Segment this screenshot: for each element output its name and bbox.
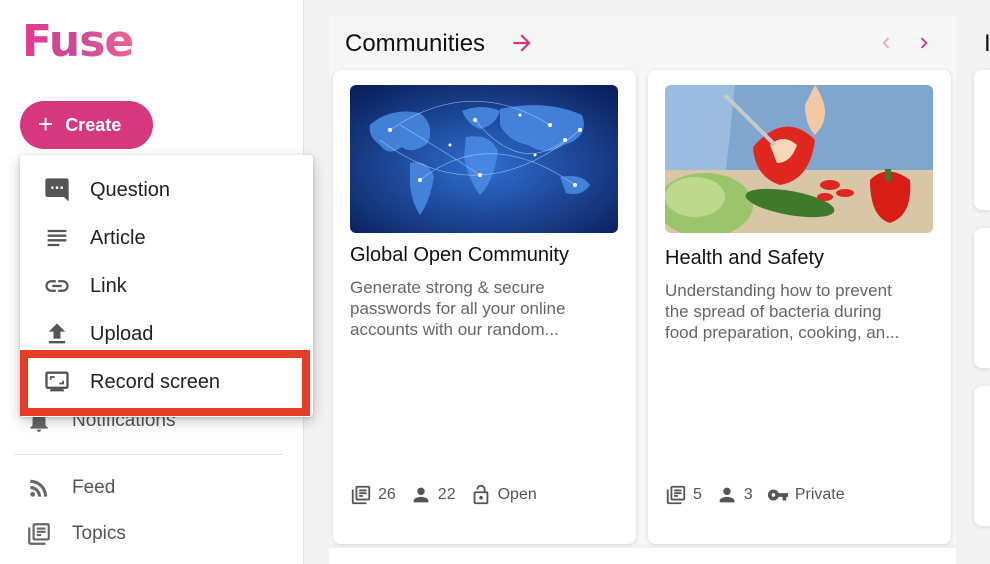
right-card[interactable]: [974, 70, 990, 210]
posts-count-value: 5: [693, 486, 702, 503]
access-status: Private: [767, 484, 845, 506]
chevron-right-icon[interactable]: [913, 32, 935, 54]
description-line: Understanding how to prevent: [665, 281, 892, 300]
menu-item-label: Upload: [90, 322, 154, 345]
members-count-value: 3: [743, 486, 753, 503]
right-panel-title: I: [984, 30, 990, 57]
article-icon: [47, 229, 67, 247]
next-section-card: [329, 548, 956, 564]
comment-icon: [45, 178, 69, 202]
person-icon: [413, 487, 429, 503]
menu-item-label: Record screen: [90, 370, 221, 393]
arrow-right-icon[interactable]: [509, 30, 535, 56]
access-status: Open: [470, 484, 537, 506]
right-card[interactable]: [974, 386, 990, 526]
right-card[interactable]: [974, 228, 990, 368]
members-count: 3: [716, 484, 753, 506]
menu-item-article[interactable]: Article: [20, 214, 313, 262]
world-map-image: [350, 85, 618, 233]
community-stats: 5 3 Private: [665, 484, 859, 506]
menu-item-record-screen[interactable]: Record screen: [20, 358, 313, 406]
menu-item-question[interactable]: Question: [20, 166, 313, 214]
screen-record-icon: [45, 371, 69, 392]
access-label: Private: [794, 486, 845, 503]
cutting-peppers-image: [665, 85, 933, 233]
topics-icon: [666, 485, 686, 505]
chevron-left-icon[interactable]: [875, 32, 897, 54]
posts-count: 5: [665, 484, 702, 506]
members-count-value: 22: [437, 486, 456, 503]
menu-item-label: Question: [90, 178, 171, 201]
posts-count-value: 26: [378, 486, 396, 503]
posts-count: 26: [350, 484, 396, 506]
members-count: 22: [410, 484, 456, 506]
description-line: food preparation, cooking, an...: [665, 323, 900, 342]
plus-icon: +: [38, 108, 54, 139]
create-button[interactable]: + Create: [20, 101, 153, 149]
sidebar-item-label: Feed: [72, 477, 116, 498]
key-icon: [767, 489, 788, 501]
menu-item-label: Link: [90, 274, 127, 297]
community-title[interactable]: Global Open Community: [350, 244, 569, 267]
sidebar-item-feed[interactable]: Feed: [26, 475, 115, 501]
lock-open-icon: [473, 484, 488, 505]
menu-item-link[interactable]: Link: [20, 262, 313, 310]
link-icon: [45, 280, 69, 292]
create-button-label: Create: [65, 114, 122, 135]
community-card[interactable]: Health and Safety Understanding how to p…: [648, 70, 951, 544]
description-line: the spread of bacteria during: [665, 302, 882, 321]
communities-panel: Communities Global Open Community Genera…: [329, 16, 956, 544]
description-line: accounts with our random...: [350, 320, 559, 339]
menu-item-upload[interactable]: Upload: [20, 310, 313, 358]
sidebar-item-label: Topics: [72, 523, 126, 544]
community-description: Generate strong & secure passwords for a…: [350, 277, 618, 340]
rss-icon: [30, 479, 48, 497]
community-description: Understanding how to prevent the spread …: [665, 280, 933, 343]
create-menu: Question Article Link Upload Record scre…: [20, 155, 313, 417]
community-stats: 26 22 Open: [350, 484, 551, 506]
access-label: Open: [497, 486, 537, 503]
community-card[interactable]: Global Open Community Generate strong & …: [333, 70, 636, 544]
topics-icon: [28, 523, 50, 545]
topics-icon: [351, 485, 371, 505]
right-panel: I: [970, 16, 990, 544]
community-title[interactable]: Health and Safety: [665, 247, 824, 270]
description-line: passwords for all your online: [350, 299, 566, 318]
person-icon: [719, 487, 735, 503]
sidebar-item-topics[interactable]: Topics: [26, 521, 126, 547]
sidebar-divider: [14, 454, 283, 455]
fuse-logo[interactable]: Fuse: [22, 16, 134, 67]
menu-item-label: Article: [90, 226, 146, 249]
upload-icon: [48, 323, 66, 344]
description-line: Generate strong & secure: [350, 278, 545, 297]
communities-title[interactable]: Communities: [345, 30, 485, 58]
